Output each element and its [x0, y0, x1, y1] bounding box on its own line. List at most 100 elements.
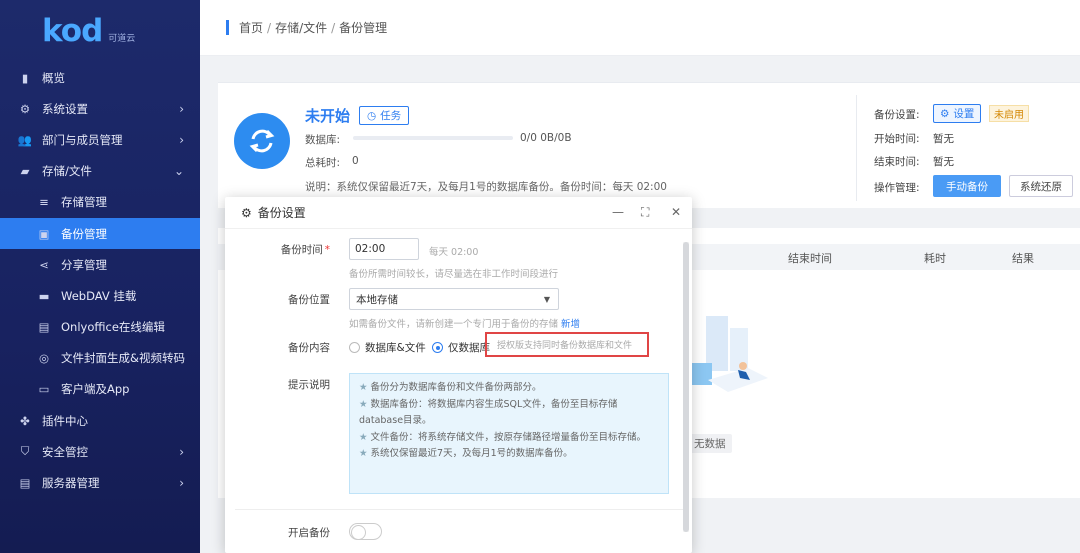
dialog-title: 备份设置	[257, 206, 306, 220]
database-icon: ≡	[39, 195, 49, 210]
task-button[interactable]: ◷ 任务	[359, 106, 410, 125]
share-icon: ⋖	[39, 257, 49, 272]
sidebar-item-label: 概览	[42, 70, 65, 85]
db-progress-bar	[353, 136, 513, 140]
radio-db-only[interactable]: 仅数据库	[432, 340, 490, 355]
sidebar-item[interactable]: ⚙ 系统设置 ›	[0, 93, 200, 124]
sidebar-item-label: 系统设置	[42, 101, 88, 116]
chevron-down-icon: ▼	[543, 294, 550, 304]
sidebar-item-label: 安全管控	[42, 444, 88, 459]
shield-icon: ⛉	[20, 444, 30, 459]
maximize-icon[interactable]: ⛶	[641, 205, 649, 220]
chevron-right-icon: ›	[179, 476, 184, 491]
sidebar-item[interactable]: ⋖ 分享管理	[0, 249, 200, 280]
sidebar-item[interactable]: ▭ 客户端及App	[0, 374, 200, 405]
sidebar-item[interactable]: ▮ 概览	[0, 62, 200, 93]
backup-time-hint: 备份所需时间较长，请尽量选在非工作时间段进行	[349, 269, 559, 280]
elapsed-value: 0	[352, 155, 359, 167]
manual-backup-button[interactable]: 手动备份	[933, 175, 1001, 197]
sidebar-item-label: WebDAV 挂载	[61, 288, 137, 303]
chevron-right-icon: ›	[179, 132, 184, 147]
video-icon: ◎	[38, 351, 50, 366]
dialog-header: ⚙ 备份设置 — ⛶ ✕	[225, 197, 692, 229]
backup-time-input[interactable]: 02:00	[349, 238, 419, 260]
chevron-down-icon: ⌄	[173, 164, 184, 179]
status-badge: 未启用	[989, 105, 1029, 122]
divider	[235, 509, 685, 510]
backup-content-label: 备份内容	[288, 342, 330, 354]
users-icon: 👥	[17, 132, 33, 147]
backup-time-label: 备份时间 *	[280, 244, 330, 256]
backup-location-select[interactable]: 本地存储 ▼	[349, 288, 559, 310]
sidebar-item[interactable]: 👥 部门与成员管理 ›	[0, 124, 200, 155]
sidebar-item[interactable]: ◎ 文件封面生成&视频转码	[0, 343, 200, 374]
sidebar-item[interactable]: ▤ Onlyoffice在线编辑	[0, 312, 200, 343]
backup-location-label: 备份位置	[288, 294, 330, 306]
monitor-icon: ▭	[38, 382, 50, 397]
gear-icon: ⚙	[241, 205, 252, 220]
gear-icon: ⚙	[19, 101, 31, 116]
folder-icon: ▰	[20, 164, 30, 179]
db-label: 数据库:	[305, 134, 341, 146]
webdav-icon: ▬	[38, 288, 50, 303]
chevron-right-icon: ›	[179, 101, 184, 116]
backup-status-card: 未开始 ◷ 任务 数据库: 0/0 0B/0B 总耗时: 0 说明：系统仅保留最…	[218, 82, 1080, 208]
tip-item: ★ 系统仅保留最近7天，及每月1号的数据库备份。	[359, 448, 573, 459]
chevron-right-icon: ›	[179, 444, 184, 459]
tip-item: ★ 文件备份：将系统存储文件，按原存储路径增量备份至目标存储。	[359, 431, 647, 443]
settings-button[interactable]: ⚙ 设置	[933, 104, 982, 123]
sidebar-item[interactable]: ≡ 存储管理	[0, 187, 200, 218]
column-result: 结果	[1012, 252, 1034, 265]
settings-button-label: 设置	[953, 108, 975, 120]
sidebar-item[interactable]: ⛉ 安全管控 ›	[0, 436, 200, 467]
enable-backup-toggle[interactable]	[349, 523, 382, 540]
sidebar-menu: ▮ 概览 ⚙ 系统设置 › 👥 部门与成员管理 › ▰ 存储/文件 ⌄ ≡ 存储管理 ▣ 备份管理 ⋖ 分享管理…	[0, 62, 200, 499]
backup-location-hint: 如需备份文件，请新创建一个专门用于备份的存储 新增	[349, 319, 581, 330]
column-end-time: 结束时间	[788, 252, 832, 265]
sidebar-item-label: 服务器管理	[42, 476, 100, 491]
add-storage-link[interactable]: 新增	[561, 319, 580, 330]
close-icon[interactable]: ✕	[671, 205, 681, 219]
backup-note: 说明：系统仅保留最近7天，及每月1号的数据库备份。备份时间：每天 02:00	[305, 181, 667, 193]
tip-item: ★ 数据库备份：将数据库内容生成SQL文件，备份至目标存储database目录。	[359, 398, 618, 427]
backup-location-value: 本地存储	[356, 293, 398, 306]
logo[interactable]: kod 可道云	[0, 0, 200, 62]
content-note-highlight: 授权版支持同时备份数据库和文件	[485, 332, 649, 357]
system-restore-button[interactable]: 系统还原	[1009, 175, 1073, 197]
backup-setting-label: 备份设置:	[874, 109, 920, 121]
backup-side-info: 备份设置: ⚙ 设置 未启用 开始时间: 暂无 结束时间: 暂无 操作管理: 手…	[856, 95, 1080, 201]
clock-icon: ◷	[367, 109, 377, 122]
header-accent-bar	[226, 20, 229, 35]
office-icon: ▤	[38, 320, 50, 335]
breadcrumb-storage[interactable]: 存储/文件	[275, 21, 327, 35]
sidebar-item-label: 客户端及App	[61, 382, 130, 397]
sidebar-item-label: 存储/文件	[42, 164, 92, 179]
server-icon: ▤	[19, 476, 31, 491]
minimize-icon[interactable]: —	[612, 205, 624, 219]
sidebar-item[interactable]: ▰ 存储/文件 ⌄	[0, 156, 200, 187]
breadcrumb: 首页 / 存储/文件 / 备份管理	[239, 21, 388, 35]
tips-label: 提示说明	[288, 379, 330, 391]
radio-db-and-files[interactable]: 数据库&文件	[349, 340, 426, 355]
sync-icon	[234, 113, 290, 169]
sidebar-item[interactable]: ▣ 备份管理	[0, 217, 200, 250]
gear-icon: ⚙	[940, 107, 950, 120]
logo-subtitle: 可道云	[108, 33, 136, 44]
radio-circle	[349, 342, 360, 353]
backup-settings-dialog: ⚙ 备份设置 — ⛶ ✕ 备份时间 * 02:00 每天 02:00 备份所需时间…	[225, 197, 692, 553]
sidebar-item-label: 部门与成员管理	[42, 132, 123, 147]
breadcrumb-home[interactable]: 首页	[239, 21, 263, 35]
sidebar-item-label: 备份管理	[61, 226, 107, 241]
sidebar-item[interactable]: ▬ WebDAV 挂载	[0, 280, 200, 311]
header: 首页 / 存储/文件 / 备份管理	[200, 0, 1080, 56]
task-button-label: 任务	[380, 110, 402, 122]
backup-time-suffix: 每天 02:00	[429, 247, 479, 258]
sidebar-item[interactable]: ✤ 插件中心	[0, 405, 200, 436]
dialog-scrollbar[interactable]	[683, 242, 689, 532]
breadcrumb-current: 备份管理	[339, 21, 388, 35]
sidebar-item-label: 插件中心	[42, 413, 88, 428]
sidebar-item[interactable]: ▤ 服务器管理 ›	[0, 467, 200, 498]
ops-label: 操作管理:	[874, 182, 920, 194]
empty-state-text: 无数据	[688, 434, 732, 453]
elapsed-label: 总耗时:	[305, 157, 341, 169]
